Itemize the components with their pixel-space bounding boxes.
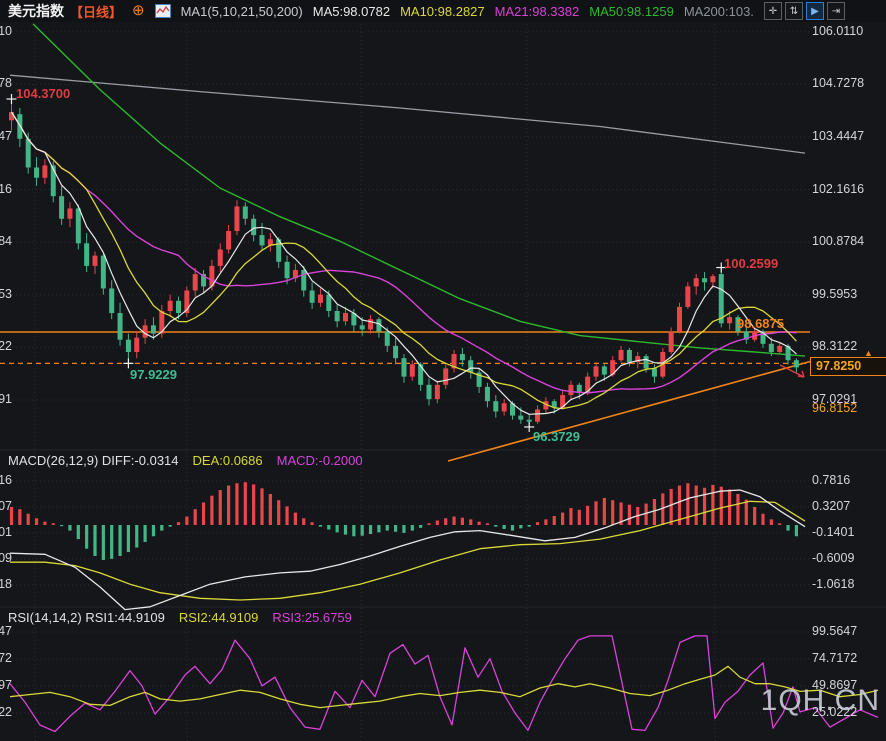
left-axis-label: -0.6009 (0, 551, 12, 565)
left-axis-label: 103.4447 (0, 129, 12, 143)
rsi-axis-label: 74.7172 (812, 651, 857, 665)
left-axis-label: -1.0618 (0, 577, 12, 591)
current-price-tag: 97.8250 (810, 357, 886, 376)
price-axis-label: 102.1616 (812, 182, 864, 196)
rsi2-value: RSI2:44.9109 (179, 610, 259, 625)
left-axis-label: 99.5647 (0, 624, 12, 638)
annotation-high-104: 104.3700 (16, 86, 70, 101)
rsi-title: RSI(14,14,2) RSI1:44.9109 (8, 610, 165, 625)
trading-app: 美元指数 【日线】 ⊕ MA1(5,10,21,50,200) MA5:98.0… (0, 0, 886, 741)
price-axis-label: 103.4447 (812, 129, 864, 143)
low-price-marker: 96.8152 (812, 401, 857, 415)
macd-macd-value: MACD:-0.2000 (277, 453, 363, 468)
left-axis-label: 98.3122 (0, 339, 12, 353)
price-axis-label: 106.0110 (812, 24, 863, 38)
annotation-low-963: 96.3729 (533, 429, 580, 444)
left-axis-label: -0.1401 (0, 525, 12, 539)
left-axis-label: 106.0110 (0, 24, 12, 38)
macd-axis-label: 0.7816 (812, 473, 850, 487)
rsi-axis-label: 99.5647 (812, 624, 857, 638)
left-axis-label: 104.7278 (0, 76, 12, 90)
annotation-hline-986: 98.6875 (737, 316, 784, 331)
macd-axis-label: 0.3207 (812, 499, 850, 513)
macd-pane-header: MACD(26,12,9) DIFF:-0.0314 DEA:0.0686 MA… (8, 453, 363, 468)
watermark: 1QH.CN (761, 684, 880, 718)
left-axis-label: 25.0222 (0, 705, 12, 719)
rsi-pane-header: RSI(14,14,2) RSI1:44.9109 RSI2:44.9109 R… (8, 610, 352, 625)
left-axis-label: 97.0291 (0, 392, 12, 406)
left-axis-label: 100.8784 (0, 234, 12, 248)
macd-axis-label: -0.6009 (812, 551, 854, 565)
price-axis-label: 98.3122 (812, 339, 857, 353)
left-axis-label: 74.7172 (0, 651, 12, 665)
macd-title: MACD(26,12,9) DIFF:-0.0314 (8, 453, 179, 468)
left-axis-label: 0.7816 (0, 473, 12, 487)
left-axis-label: 99.5953 (0, 287, 12, 301)
price-tag-arrow-icon: ▲ (864, 348, 873, 358)
left-axis-label: 102.1616 (0, 182, 12, 196)
left-axis-clipped: 106.0110 104.7278 103.4447 102.1616 100.8784… (0, 0, 12, 741)
annotation-low-979: 97.9229 (130, 367, 177, 382)
macd-axis-label: -0.1401 (812, 525, 854, 539)
price-axis-label: 104.7278 (812, 76, 864, 90)
left-axis-label: 49.8697 (0, 678, 12, 692)
price-axis-label: 100.8784 (812, 234, 864, 248)
left-axis-label: 0.3207 (0, 499, 12, 513)
macd-axis-label: -1.0618 (812, 577, 854, 591)
price-axis-label: 99.5953 (812, 287, 857, 301)
rsi3-value: RSI3:25.6759 (272, 610, 352, 625)
annotation-high-100: 100.2599 (724, 256, 778, 271)
macd-dea-value: DEA:0.0686 (193, 453, 263, 468)
